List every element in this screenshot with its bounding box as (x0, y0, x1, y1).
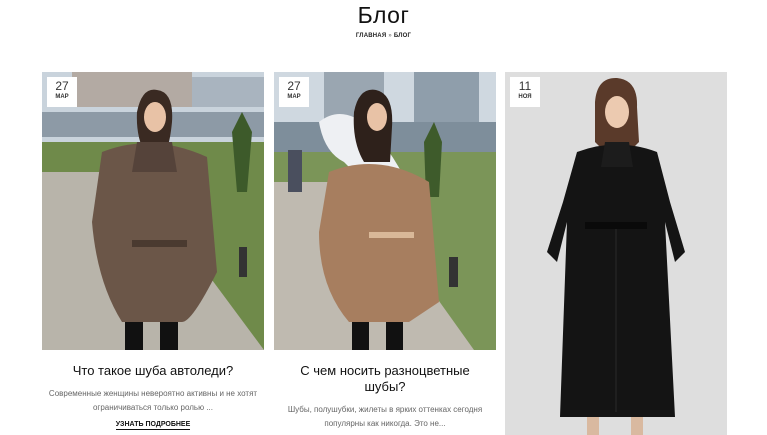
woman-in-long-black-mink-coat-photo (505, 72, 727, 435)
breadcrumb: Главная» Блог (0, 33, 767, 39)
breadcrumb-current: Блог (393, 33, 412, 39)
date-day: 27 (287, 79, 301, 93)
blog-post-card: 27 мар С чем носить разноцветные шубы? Ш… (274, 72, 496, 431)
post-title-link[interactable]: С чем носить разноцветные шубы? (274, 363, 496, 395)
date-month: ноя (518, 94, 532, 100)
post-excerpt: Шубы, полушубки, жилеты в ярких оттенках… (287, 405, 483, 428)
breadcrumb-home-link[interactable]: Главная (356, 33, 387, 39)
date-month: мар (55, 94, 69, 100)
blog-post-card: 27 мар Что такое шуба автоледи? Современ… (42, 72, 264, 430)
breadcrumb-separator: » (388, 33, 392, 39)
post-excerpt: Современные женщины невероятно активны и… (48, 389, 258, 412)
date-badge: 27 мар (279, 77, 309, 107)
woman-in-fur-coat-with-white-collar-photo (274, 72, 496, 350)
date-day: 27 (55, 79, 69, 93)
blog-post-card: 11 ноя (505, 72, 727, 435)
woman-in-brown-mink-coat-photo (42, 72, 264, 350)
post-image[interactable]: 11 ноя (505, 72, 727, 435)
read-more-label: Узнать подробнее (115, 421, 191, 430)
date-month: мар (287, 94, 301, 100)
page-title: Блог (357, 2, 410, 28)
read-more-link[interactable]: Узнать подробнее (42, 421, 264, 430)
date-badge: 27 мар (47, 77, 77, 107)
date-badge: 11 ноя (510, 77, 540, 107)
post-image[interactable]: 27 мар (274, 72, 496, 350)
date-day: 11 (518, 79, 532, 93)
post-title-link[interactable]: Что такое шуба автоледи? (42, 363, 264, 379)
post-image[interactable]: 27 мар (42, 72, 264, 350)
